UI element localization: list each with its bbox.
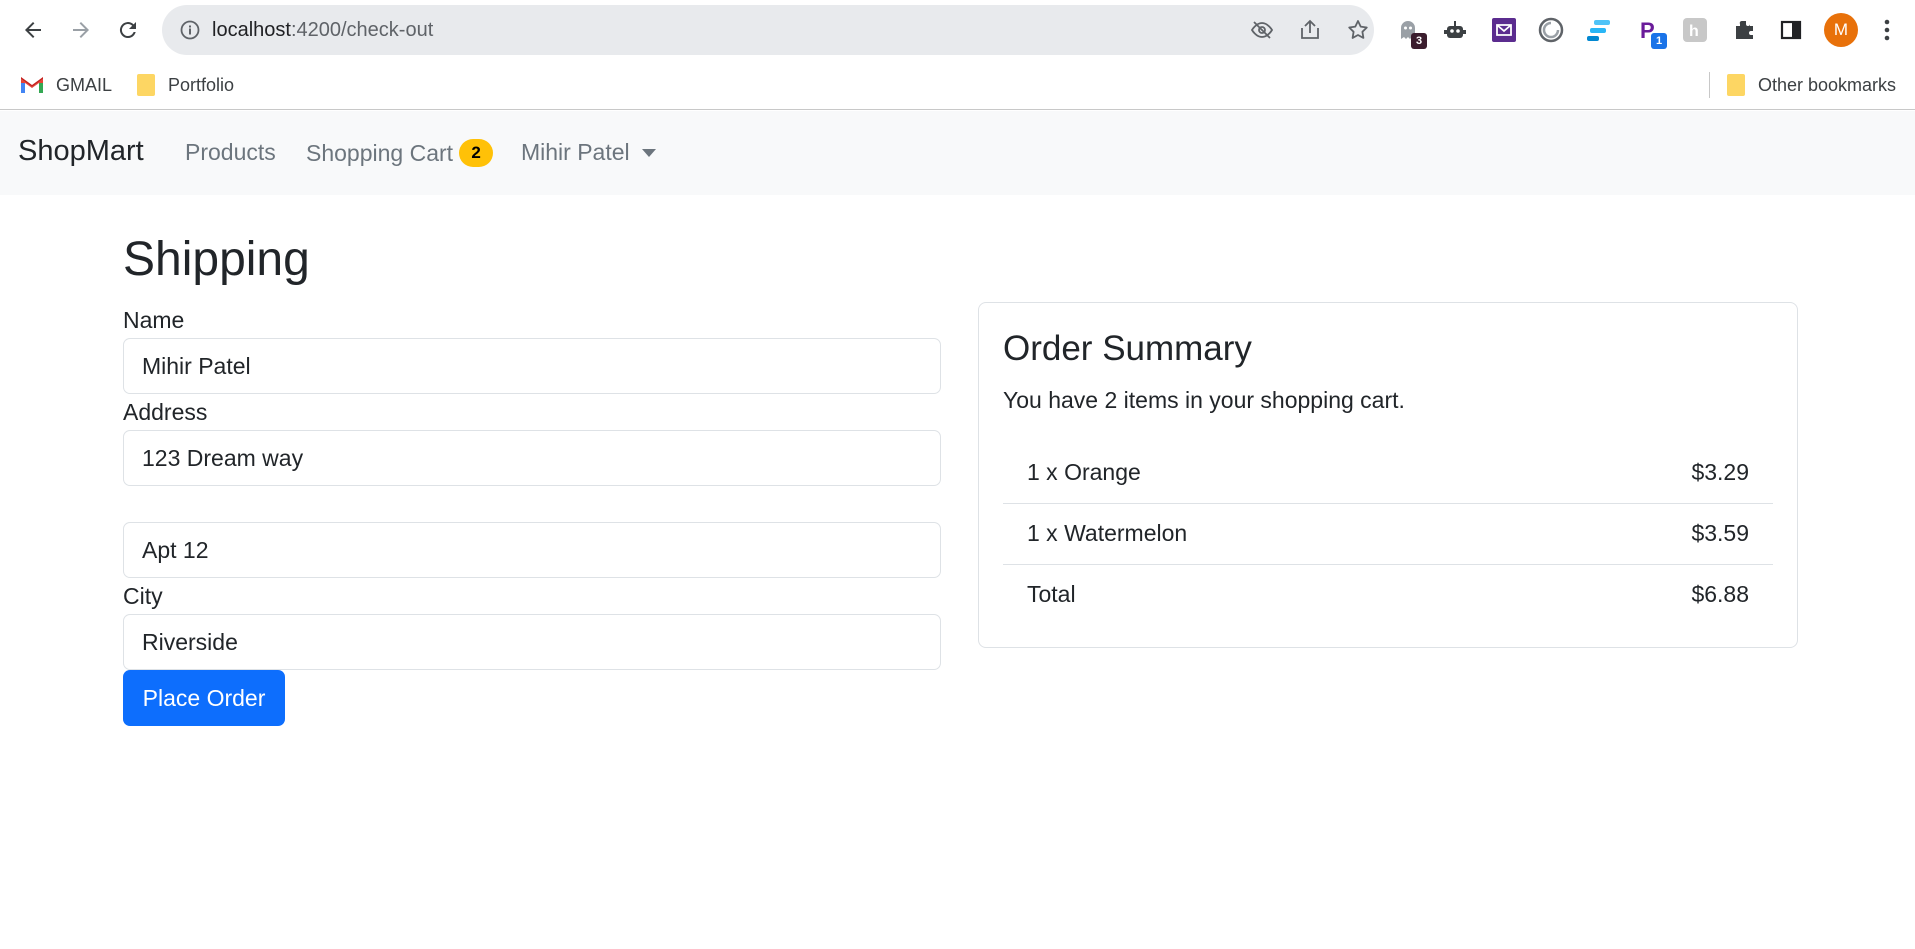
total-row: Total $6.88 [1003, 565, 1773, 626]
order-summary-title: Order Summary [1003, 329, 1252, 368]
forward-arrow-icon [73, 22, 89, 38]
swirl-extension-icon[interactable] [1536, 15, 1566, 45]
list-item: 1 x Orange $3.29 [1003, 443, 1773, 504]
robot-extension-icon[interactable] [1440, 15, 1470, 45]
address-bar[interactable]: localhost:4200/check-out [162, 5, 1374, 55]
reload-button[interactable] [108, 10, 148, 50]
gmail-icon [20, 76, 44, 94]
order-items-list: 1 x Orange $3.29 1 x Watermelon $3.59 To… [1003, 443, 1773, 626]
side-panel-icon[interactable] [1776, 15, 1806, 45]
stack-extension-icon[interactable] [1584, 15, 1614, 45]
item-name: 1 x Orange [1027, 459, 1141, 485]
page-title: Shipping [123, 233, 310, 286]
p-extension-icon[interactable]: P 1 [1633, 15, 1667, 49]
bookmark-portfolio[interactable]: Portfolio [136, 70, 234, 100]
caret-down-icon [641, 148, 656, 157]
extensions-puzzle-icon[interactable] [1729, 15, 1759, 45]
other-bookmarks-label: Other bookmarks [1758, 74, 1897, 95]
eye-slash-icon[interactable] [1250, 18, 1274, 42]
folder-icon [136, 73, 156, 97]
bookmarks-divider [1709, 72, 1710, 98]
ghost-extension-badge: 3 [1411, 33, 1427, 49]
order-summary-card: Order Summary You have 2 items in your s… [978, 302, 1798, 648]
item-price: $3.29 [1691, 459, 1749, 485]
address-line1-input[interactable] [123, 430, 941, 486]
name-input[interactable] [123, 338, 941, 394]
back-button[interactable] [13, 10, 53, 50]
cart-count-badge: 2 [459, 139, 494, 167]
user-name: Mihir Patel [521, 139, 630, 165]
address-label: Address [123, 399, 208, 425]
folder-icon [1726, 73, 1746, 97]
city-input[interactable] [123, 614, 941, 670]
reload-icon [119, 22, 136, 39]
name-label: Name [123, 307, 185, 333]
nav-products[interactable]: Products [185, 139, 276, 166]
user-dropdown[interactable]: Mihir Patel [521, 139, 656, 166]
other-bookmarks[interactable]: Other bookmarks [1726, 70, 1896, 100]
mailbox-extension-icon[interactable] [1489, 15, 1519, 45]
item-name: 1 x Watermelon [1027, 520, 1188, 546]
bookmark-gmail[interactable]: GMAIL [20, 70, 112, 100]
profile-avatar[interactable]: M [1824, 13, 1858, 47]
browser-toolbar: localhost:4200/check-out 3 P 1 h M [0, 0, 1915, 60]
url-host: localhost [212, 19, 291, 41]
total-value: $6.88 [1691, 581, 1749, 607]
svg-text:h: h [1689, 23, 1699, 40]
list-item: 1 x Watermelon $3.59 [1003, 504, 1773, 565]
bookmark-label: Portfolio [168, 74, 235, 95]
bookmark-star-icon[interactable] [1346, 18, 1370, 42]
place-order-button[interactable]: Place Order [123, 670, 285, 726]
item-price: $3.59 [1691, 520, 1749, 546]
ghost-extension-icon[interactable]: 3 [1393, 15, 1427, 49]
city-label: City [123, 583, 163, 609]
nav-cart-label: Shopping Cart [306, 139, 454, 166]
h-extension-icon[interactable]: h [1680, 15, 1710, 45]
bookmark-label: GMAIL [56, 74, 113, 95]
total-label: Total [1027, 581, 1076, 607]
brand-logo[interactable]: ShopMart [18, 135, 144, 168]
address-line2-input[interactable] [123, 522, 941, 578]
order-summary-text: You have 2 items in your shopping cart. [1003, 387, 1405, 413]
bookmarks-bar: GMAIL Portfolio Other bookmarks [0, 60, 1915, 110]
back-arrow-icon [25, 22, 41, 38]
url-text: localhost:4200/check-out [212, 19, 433, 42]
nav-shopping-cart[interactable]: Shopping Cart 2 [306, 139, 494, 167]
forward-button[interactable] [61, 10, 101, 50]
site-info-icon[interactable] [180, 20, 200, 45]
p-extension-badge: 1 [1651, 33, 1667, 49]
menu-kebab-icon[interactable] [1872, 15, 1902, 45]
share-icon[interactable] [1298, 18, 1322, 42]
url-path: :4200/check-out [290, 19, 434, 41]
app-navbar: ShopMart Products Shopping Cart 2 Mihir … [0, 111, 1915, 195]
